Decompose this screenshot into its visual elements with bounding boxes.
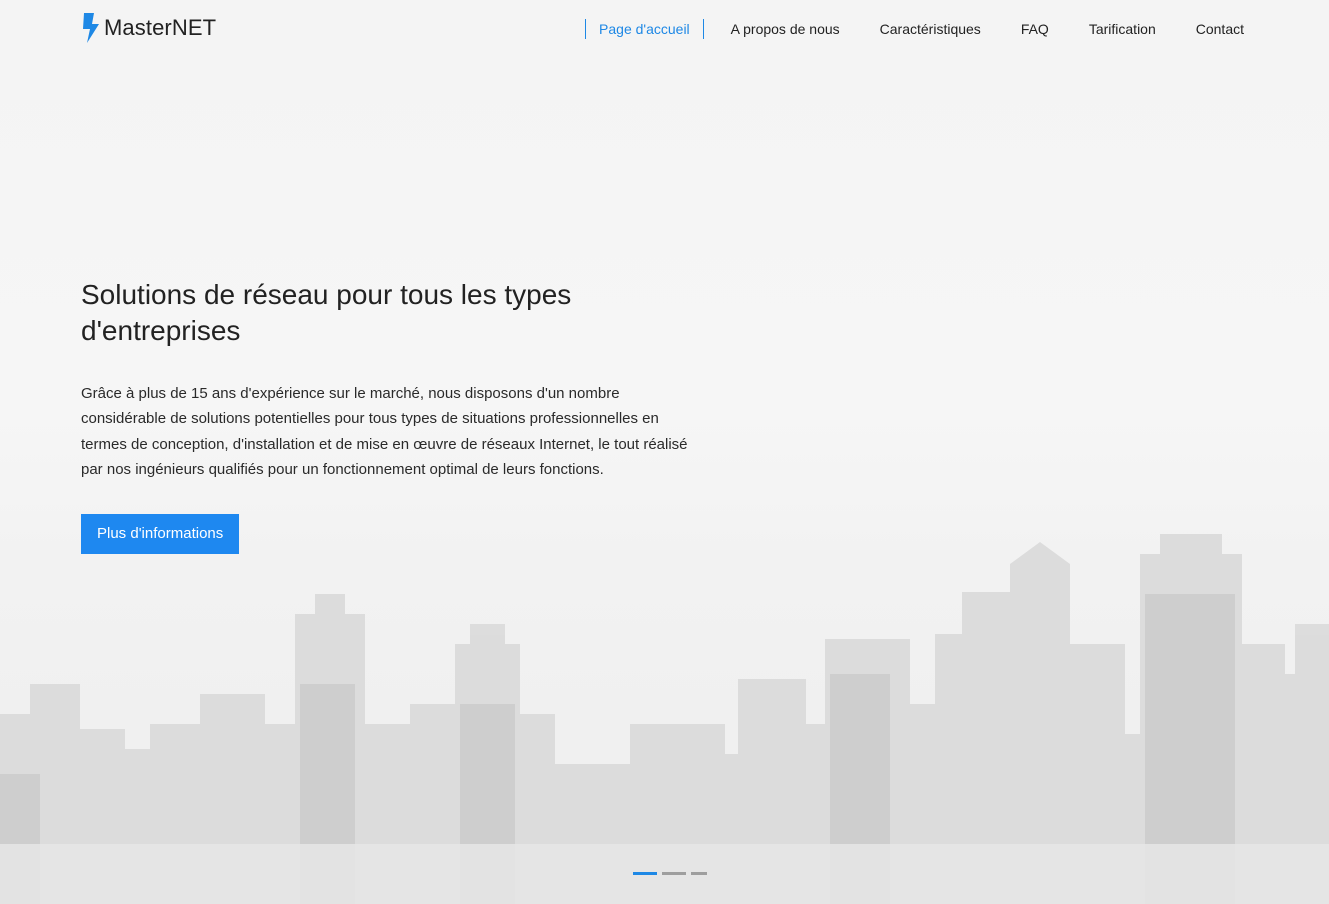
- more-info-button[interactable]: Plus d'informations: [81, 514, 240, 555]
- brand-logo[interactable]: MasterNET: [81, 12, 216, 44]
- carousel-indicator-3[interactable]: [691, 872, 707, 875]
- carousel-indicator-2[interactable]: [662, 872, 686, 875]
- hero-section: Solutions de réseau pour tous les types …: [81, 277, 721, 555]
- nav-item-contact[interactable]: Contact: [1196, 19, 1244, 39]
- site-header: MasterNET Page d'accueil A propos de nou…: [0, 0, 1329, 58]
- hero-title: Solutions de réseau pour tous les types …: [81, 279, 572, 346]
- carousel-indicator-1[interactable]: [633, 872, 657, 875]
- nav-item-home[interactable]: Page d'accueil: [585, 19, 704, 39]
- brand-name: MasterNET: [104, 15, 217, 40]
- carousel-indicators: [633, 872, 707, 875]
- city-skyline-background: [0, 534, 1329, 904]
- hero-description: Grâce à plus de 15 ans d'expérience sur …: [81, 385, 688, 478]
- nav-item-faq[interactable]: FAQ: [1021, 19, 1049, 39]
- nav-item-pricing[interactable]: Tarification: [1089, 19, 1156, 39]
- lightning-bolt-icon: [83, 13, 99, 43]
- main-navigation: Page d'accueil A propos de nous Caractér…: [585, 19, 1244, 39]
- nav-item-about[interactable]: A propos de nous: [731, 19, 840, 39]
- nav-item-features[interactable]: Caractéristiques: [880, 19, 981, 39]
- page: MasterNET Page d'accueil A propos de nou…: [0, 0, 1329, 904]
